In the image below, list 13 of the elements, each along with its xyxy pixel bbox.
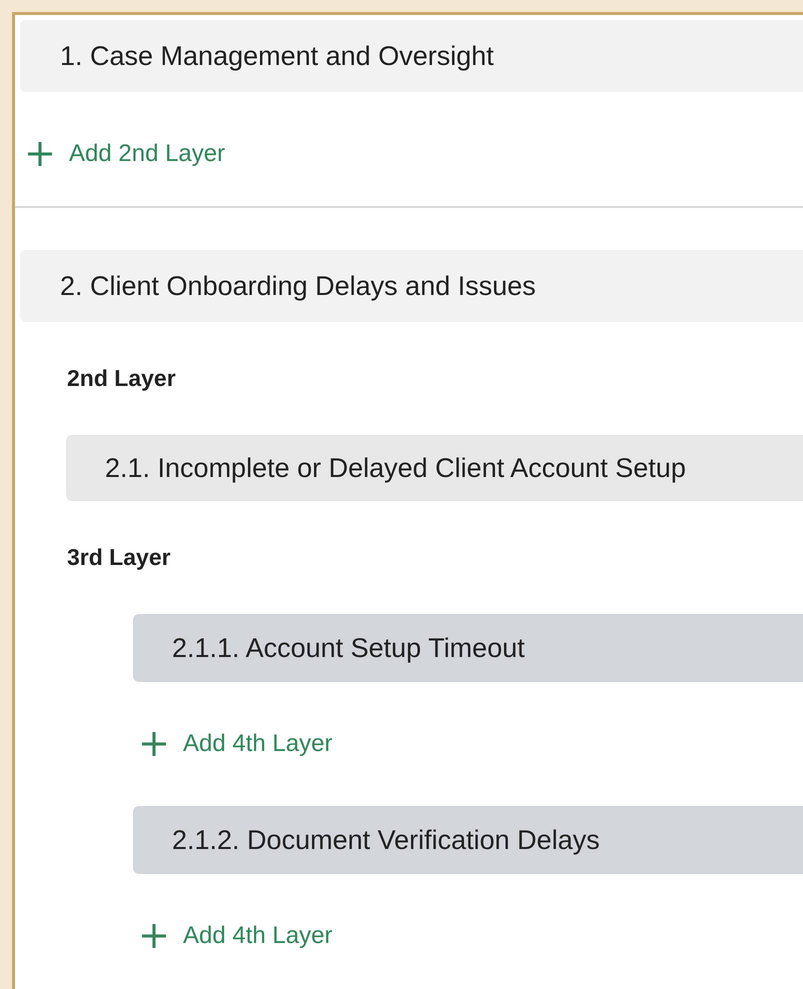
plus-icon — [141, 731, 167, 757]
add-layer-button[interactable]: Add 4th Layer — [141, 724, 332, 764]
category-row[interactable]: 2.1.1. Account Setup Timeout — [133, 614, 803, 682]
plus-icon — [141, 923, 167, 949]
category-row[interactable]: 2.1.2. Document Verification Delays — [133, 806, 803, 874]
category-row[interactable]: 1. Case Management and Oversight — [20, 20, 803, 92]
category-row[interactable]: 2. Client Onboarding Delays and Issues — [20, 250, 803, 322]
plus-icon — [27, 141, 53, 167]
layer-heading: 3rd Layer — [67, 542, 172, 572]
layer-heading: 2nd Layer — [67, 364, 177, 393]
add-layer-button[interactable]: Add 4th Layer — [141, 916, 332, 956]
category-row[interactable]: 2.1. Incomplete or Delayed Client Account Setup — [66, 435, 803, 501]
add-layer-button[interactable]: Add 2nd Layer — [27, 134, 226, 174]
